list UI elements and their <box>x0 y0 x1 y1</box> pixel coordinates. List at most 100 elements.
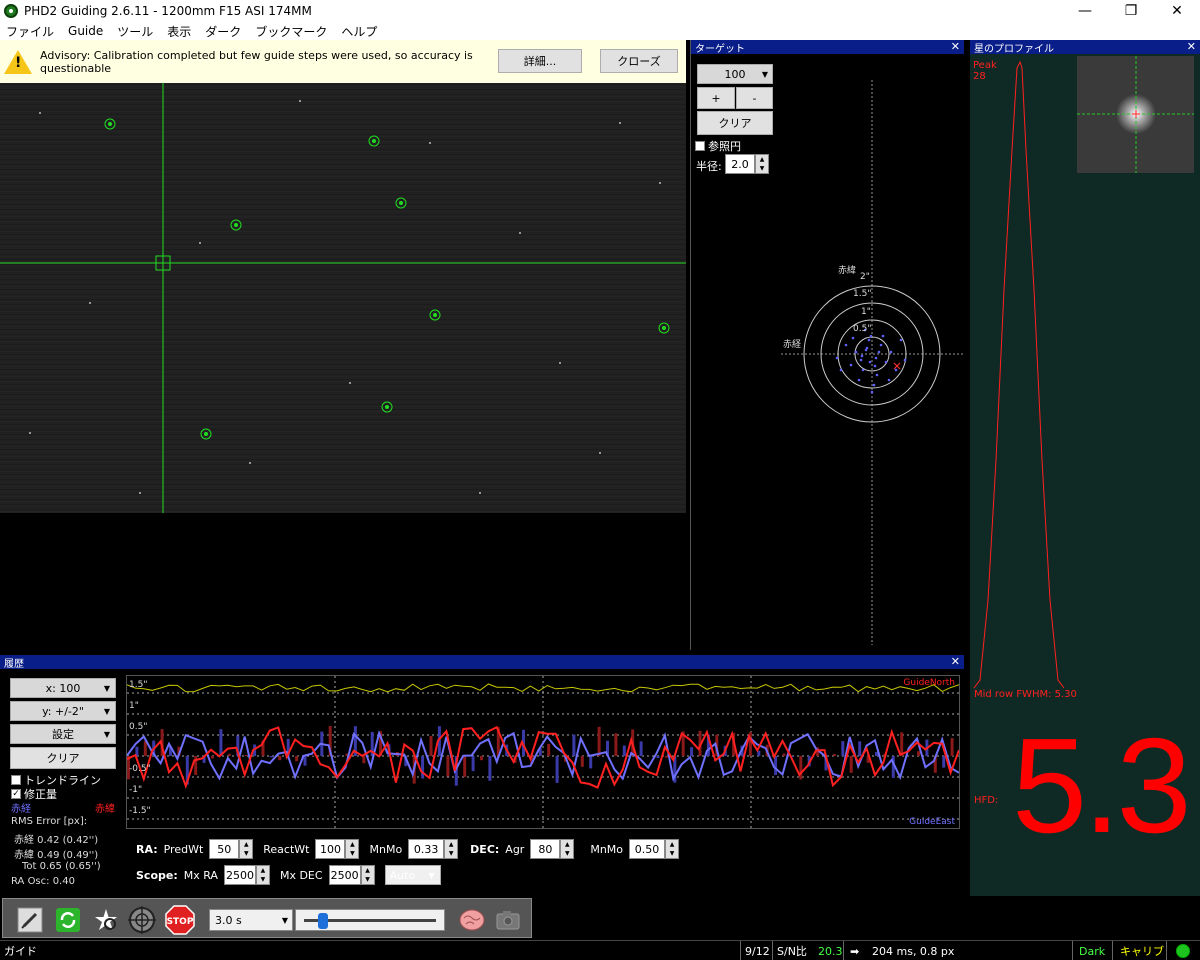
history-graph[interactable]: 1.5" 1" 0.5" -0.5" -1" -1.5" GuideNorth … <box>126 675 962 829</box>
spinner-arrows-icon[interactable]: ▲ ▼ <box>255 865 270 885</box>
mxra-label: Mx RA <box>183 868 218 882</box>
mxdec-label: Mx DEC <box>279 868 323 882</box>
mxdec-value[interactable]: 2500 <box>328 865 361 885</box>
correction-bar <box>614 733 618 756</box>
history-panel-title: 履歴 <box>4 658 24 670</box>
minimize-button[interactable]: — <box>1062 0 1108 22</box>
mxdec-spinner[interactable]: 2500 ▲ ▼ <box>328 865 375 885</box>
agr-label: Agr <box>505 842 525 856</box>
agr-spinner[interactable]: 80 ▲ ▼ <box>530 839 575 859</box>
crosshair-target-icon <box>128 906 156 934</box>
spinner-arrows-icon[interactable]: ▲ ▼ <box>444 839 459 859</box>
target-axis-dec: 赤緯 <box>838 266 857 276</box>
guide-crosshair <box>0 83 686 513</box>
mnmo-dec-label: MnMo <box>590 842 624 856</box>
menu-guide[interactable]: Guide <box>68 24 103 38</box>
correction-bar <box>311 755 315 756</box>
predwt-value[interactable]: 50 <box>209 839 240 859</box>
agr-value[interactable]: 80 <box>530 839 561 859</box>
checkbox-checked-icon[interactable]: ✓ <box>11 789 21 799</box>
correction-bar <box>547 743 551 756</box>
exposure-select[interactable]: 3.0 s ▼ <box>209 909 293 931</box>
guide-north-label: GuideNorth <box>903 678 955 688</box>
mnmo-dec-spinner[interactable]: 0.50 ▲ ▼ <box>629 839 680 859</box>
reactwt-spinner[interactable]: 100 ▲ ▼ <box>315 839 360 859</box>
auto-select-star-button[interactable] <box>91 905 121 935</box>
status-divider <box>740 941 741 960</box>
correction-bar <box>362 756 366 764</box>
correction-bar <box>942 756 946 768</box>
x-scale-select[interactable]: x: 100 ▼ <box>10 678 116 698</box>
y-tick-label: 1" <box>129 701 139 711</box>
mnmo-ra-value[interactable]: 0.33 <box>408 839 445 859</box>
correction-bar <box>244 755 248 756</box>
mxra-value[interactable]: 2500 <box>223 865 256 885</box>
restore-button[interactable]: ❐ <box>1108 0 1154 22</box>
correction-bar <box>337 755 341 756</box>
status-frame: 9/12 <box>745 944 770 958</box>
camera-settings-button[interactable] <box>493 905 523 935</box>
close-window-button[interactable]: ✕ <box>1154 0 1200 22</box>
history-graph-svg <box>126 676 962 828</box>
slider-thumb[interactable] <box>318 913 328 929</box>
y-tick-label: 1.5" <box>129 680 148 690</box>
algo-select[interactable]: Auto ▼ <box>384 865 441 885</box>
ra-dec-params-row: RA: PredWt 50 ▲ ▼ ReactWt 100 ▲ ▼ MnMo 0.3… <box>136 839 680 859</box>
target-points <box>835 328 907 394</box>
guide-direction-icon: ➡ <box>850 944 860 958</box>
guide-east-label: GuideEast <box>909 817 955 827</box>
usb-plug-icon <box>17 907 43 933</box>
fwhm-text: Mid row FWHM: 5.30 <box>974 689 1077 700</box>
spinner-arrows-icon[interactable]: ▲ ▼ <box>239 839 254 859</box>
camera-view[interactable] <box>0 83 686 650</box>
rms-ra: 赤経 0.42 (0.42'') <box>14 835 99 846</box>
correction-bar <box>589 756 593 769</box>
x-scale-value: x: 100 <box>45 681 81 695</box>
details-button[interactable]: 詳細... <box>498 49 582 73</box>
correction-bar <box>900 732 904 756</box>
correction-bar <box>295 756 299 762</box>
correction-bar <box>463 756 467 777</box>
mnmo-dec-value[interactable]: 0.50 <box>629 839 666 859</box>
history-settings-button[interactable]: 設定 ▼ <box>10 724 116 744</box>
correction-bar <box>664 756 668 758</box>
menu-file[interactable]: ファイル <box>6 23 54 40</box>
history-clear-button[interactable]: クリア <box>10 747 116 769</box>
connect-gear-button[interactable] <box>15 905 45 935</box>
spinner-arrows-icon[interactable]: ▲ ▼ <box>665 839 680 859</box>
spinner-arrows-icon[interactable]: ▲ ▼ <box>560 839 575 859</box>
menu-help[interactable]: ヘルプ <box>341 23 377 40</box>
menu-view[interactable]: 表示 <box>167 23 191 40</box>
spinner-arrows-icon[interactable]: ▲ ▼ <box>345 839 360 859</box>
reactwt-value[interactable]: 100 <box>315 839 346 859</box>
loop-button[interactable] <box>53 905 83 935</box>
status-guide-info: 204 ms, 0.8 px <box>872 944 955 958</box>
rms-header: RMS Error [px]: <box>11 816 88 827</box>
correction-bar <box>782 753 786 756</box>
y-tick-label: -0.5" <box>129 764 151 774</box>
chevron-down-icon: ▼ <box>281 915 288 925</box>
advisory-close-button[interactable]: クローズ <box>600 49 678 73</box>
history-close-button[interactable]: ✕ <box>951 655 960 668</box>
menu-tools[interactable]: ツール <box>117 23 153 40</box>
mnmo-ra-spinner[interactable]: 0.33 ▲ ▼ <box>408 839 459 859</box>
y-scale-select[interactable]: y: +/-2" ▼ <box>10 701 116 721</box>
gamma-slider[interactable] <box>295 909 445 931</box>
predwt-spinner[interactable]: 50 ▲ ▼ <box>209 839 254 859</box>
correction-bar <box>471 756 475 772</box>
correction-bar <box>572 734 576 756</box>
brain-icon <box>459 909 485 931</box>
checkbox-box[interactable] <box>11 775 21 785</box>
menu-darks[interactable]: ダーク <box>205 23 241 40</box>
guide-button[interactable] <box>127 905 157 935</box>
brain-settings-button[interactable] <box>457 905 487 935</box>
title-bar: PHD2 Guiding 2.6.11 - 1200mm F15 ASI 174… <box>0 0 1200 22</box>
menu-bookmarks[interactable]: ブックマーク <box>255 23 327 40</box>
correction-bar <box>917 751 920 756</box>
star-field-overlay <box>0 83 686 513</box>
spinner-arrows-icon[interactable]: ▲ ▼ <box>360 865 375 885</box>
connection-status-icon <box>1176 943 1190 959</box>
correction-bar <box>488 756 492 781</box>
stop-button[interactable]: STOP <box>165 905 195 935</box>
mxra-spinner[interactable]: 2500 ▲ ▼ <box>223 865 270 885</box>
